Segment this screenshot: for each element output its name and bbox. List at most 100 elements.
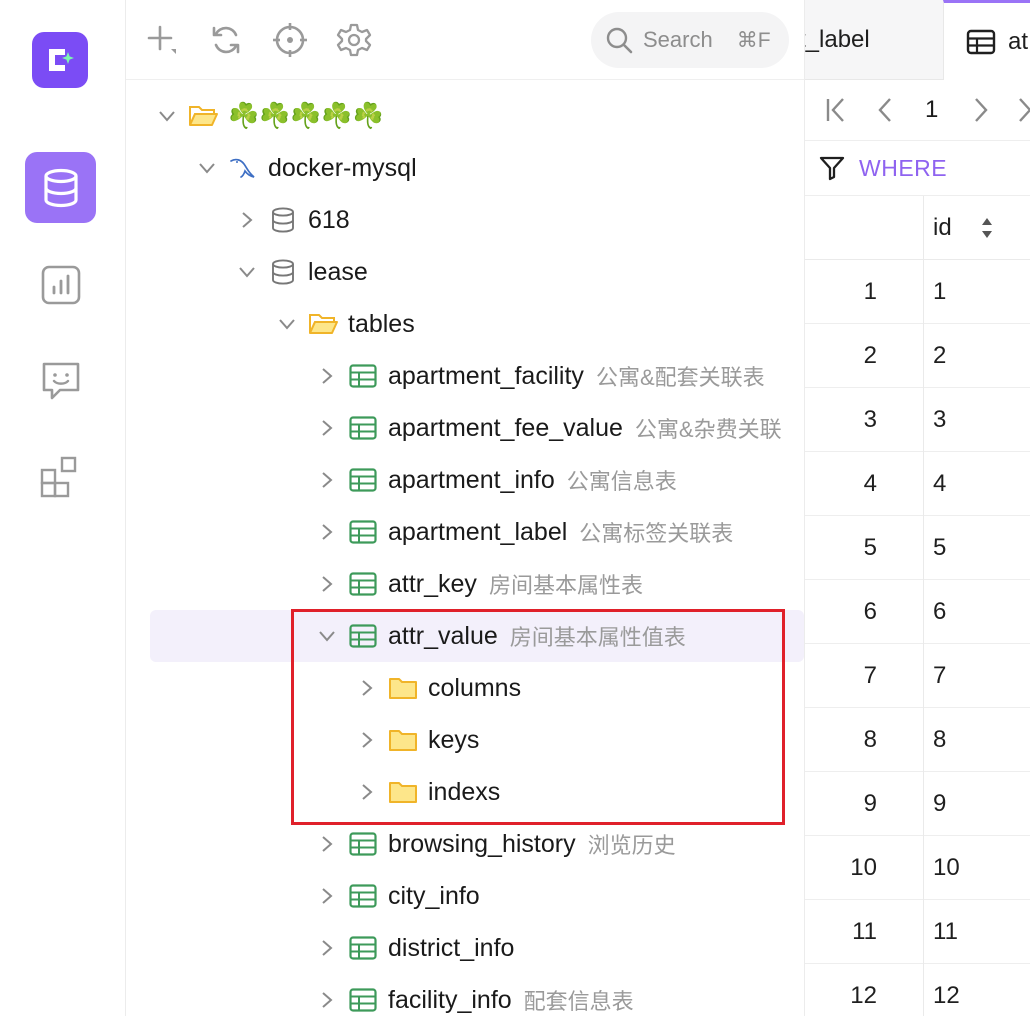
activity-database-button[interactable]	[25, 152, 96, 223]
node-icon	[388, 777, 418, 807]
expand-toggle[interactable]	[316, 365, 338, 387]
cell-id[interactable]: 5	[933, 516, 946, 580]
chevron-down-icon	[239, 267, 255, 278]
expand-toggle[interactable]	[196, 157, 218, 179]
prev-page-button[interactable]	[871, 96, 899, 124]
tab-active[interactable]: at	[943, 0, 1030, 80]
locate-icon	[273, 23, 307, 57]
table-row[interactable]: 12 12	[805, 964, 1030, 1016]
where-filter[interactable]: WHERE	[805, 140, 1030, 196]
tree-connection[interactable]: docker-mysql	[126, 142, 804, 194]
expand-toggle[interactable]	[316, 989, 338, 1011]
tree-subfolder[interactable]: keys	[126, 714, 804, 766]
folder-icon	[389, 782, 417, 803]
table-row[interactable]: 99	[805, 772, 1030, 836]
chevron-right-icon	[322, 992, 333, 1008]
table-row[interactable]: 11	[805, 260, 1030, 324]
row-number: 7	[863, 662, 877, 689]
table-row[interactable]: 22	[805, 324, 1030, 388]
expand-toggle[interactable]	[316, 417, 338, 439]
table-row[interactable]: 44	[805, 452, 1030, 516]
next-page-button[interactable]	[967, 96, 995, 124]
settings-button[interactable]	[336, 22, 372, 58]
cell-id[interactable]: 3	[933, 388, 946, 452]
sort-icon[interactable]	[979, 214, 995, 242]
expand-toggle[interactable]	[356, 729, 378, 751]
cell-id[interactable]: 2	[933, 324, 946, 388]
expand-toggle[interactable]	[276, 313, 298, 335]
column-separator	[923, 196, 924, 260]
tree-table-item[interactable]: district_info	[126, 922, 804, 974]
refresh-button[interactable]	[208, 22, 244, 58]
activity-apps-button[interactable]	[25, 441, 96, 512]
tree-table-item[interactable]: attr_key 房间基本属性表	[126, 558, 804, 610]
cell-id[interactable]: 11	[933, 900, 958, 964]
node-icon	[348, 621, 378, 651]
tree-table-item[interactable]: browsing_history 浏览历史	[126, 818, 804, 870]
tree-table-item[interactable]: apartment_fee_value 公寓&杂费关联	[126, 402, 804, 454]
chevron-right-icon	[242, 212, 253, 228]
tree-subfolder[interactable]: columns	[126, 662, 804, 714]
chevron-right-icon	[322, 420, 333, 436]
table-comment: 公寓&杂费关联	[634, 417, 782, 442]
tree-table-item[interactable]: apartment_info 公寓信息表	[126, 454, 804, 506]
first-page-button[interactable]	[823, 96, 851, 124]
cell-id[interactable]: 9	[933, 772, 946, 836]
add-button[interactable]	[144, 22, 180, 58]
table-row[interactable]: 55	[805, 516, 1030, 580]
search-box[interactable]: Search ⌘F	[591, 12, 789, 68]
table-row[interactable]: 33	[805, 388, 1030, 452]
table-row[interactable]: 11 11	[805, 900, 1030, 964]
tree-table-item[interactable]: apartment_facility 公寓&配套关联表	[126, 350, 804, 402]
tree-table-item[interactable]: facility_info 配套信息表	[126, 974, 804, 1016]
tree-subfolder[interactable]: indexs	[126, 766, 804, 818]
search-icon	[606, 27, 633, 54]
activity-chat-button[interactable]	[25, 345, 96, 416]
table-row[interactable]: 88	[805, 708, 1030, 772]
chat-icon	[42, 362, 79, 399]
cell-id[interactable]: 8	[933, 708, 946, 772]
activity-dashboard-button[interactable]	[25, 249, 96, 320]
last-page-button[interactable]	[1011, 96, 1030, 124]
cell-id[interactable]: 6	[933, 580, 946, 644]
row-number: 12	[850, 982, 877, 1009]
expand-toggle[interactable]	[316, 521, 338, 543]
table-row[interactable]: 77	[805, 644, 1030, 708]
expand-toggle[interactable]	[316, 937, 338, 959]
node-icon	[308, 309, 338, 339]
cell-id[interactable]: 4	[933, 452, 946, 516]
expand-toggle[interactable]	[156, 105, 178, 127]
chevron-right-icon	[322, 472, 333, 488]
expand-toggle[interactable]	[356, 677, 378, 699]
expand-toggle[interactable]	[316, 625, 338, 647]
tree-tables-folder[interactable]: tables	[126, 298, 804, 350]
chevron-right-icon	[362, 680, 373, 696]
expand-toggle[interactable]	[236, 209, 258, 231]
expand-toggle[interactable]	[316, 469, 338, 491]
cell-id[interactable]: 12	[933, 964, 960, 1016]
cell-id[interactable]: 7	[933, 644, 946, 708]
tab-apartment-label[interactable]: t_label	[805, 0, 943, 80]
expand-toggle[interactable]	[316, 885, 338, 907]
table-icon	[349, 416, 377, 440]
cell-id[interactable]: 1	[933, 260, 946, 324]
tree-table-item[interactable]: city_info	[126, 870, 804, 922]
cell-id[interactable]: 10	[933, 836, 960, 900]
table-row[interactable]: 10 10	[805, 836, 1030, 900]
page-number[interactable]: 1	[925, 96, 938, 124]
chevron-right-icon	[322, 576, 333, 592]
tree-group[interactable]: ☘️☘️☘️☘️☘️	[126, 90, 804, 142]
tree-database[interactable]: lease	[126, 246, 804, 298]
tree-table-item[interactable]: apartment_label 公寓标签关联表	[126, 506, 804, 558]
column-header-id[interactable]: id	[933, 214, 952, 242]
tree-database[interactable]: 618	[126, 194, 804, 246]
tree-table-item-selected[interactable]: attr_value 房间基本属性值表	[126, 610, 804, 662]
expand-toggle[interactable]	[316, 833, 338, 855]
column-separator	[923, 324, 924, 388]
expand-toggle[interactable]	[236, 261, 258, 283]
row-number: 1	[863, 278, 877, 305]
expand-toggle[interactable]	[316, 573, 338, 595]
locate-button[interactable]	[272, 22, 308, 58]
expand-toggle[interactable]	[356, 781, 378, 803]
table-row[interactable]: 66	[805, 580, 1030, 644]
